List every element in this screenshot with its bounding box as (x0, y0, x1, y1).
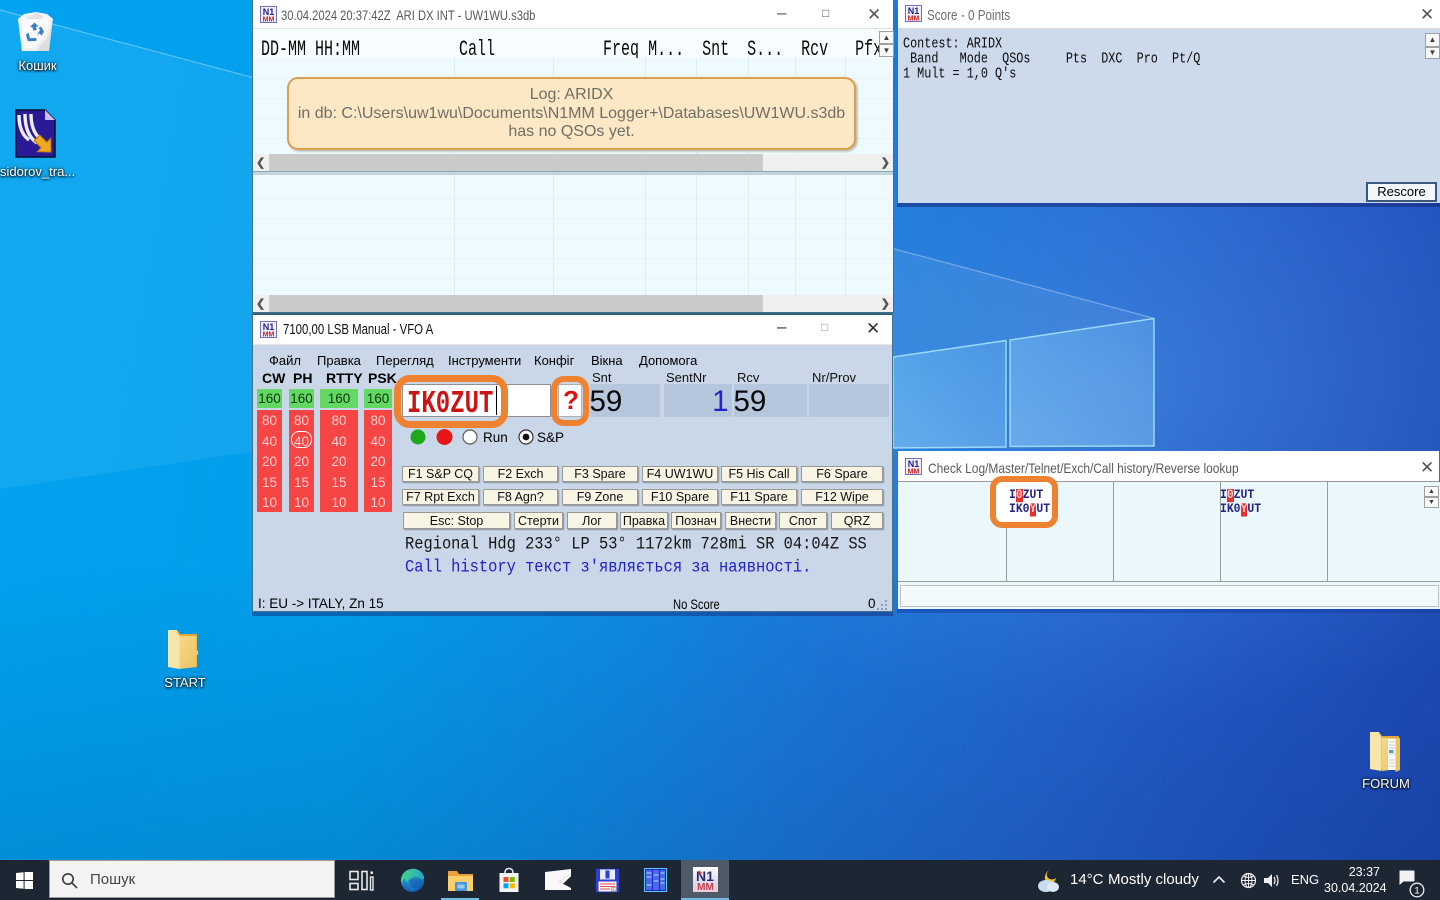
svg-text:+: + (697, 868, 702, 878)
svg-text:N1: N1 (908, 6, 920, 16)
svg-text:1: 1 (1414, 885, 1419, 896)
svg-text:N1: N1 (908, 459, 920, 469)
svg-text:MM: MM (263, 332, 275, 339)
svg-text:MM: MM (908, 469, 920, 476)
svg-text:MM: MM (697, 882, 714, 892)
svg-text:31: 31 (612, 888, 616, 892)
svg-text:N1: N1 (263, 322, 275, 332)
svg-text:MM: MM (263, 17, 275, 24)
svg-text:N1: N1 (263, 7, 275, 17)
svg-text:MM: MM (908, 16, 920, 23)
